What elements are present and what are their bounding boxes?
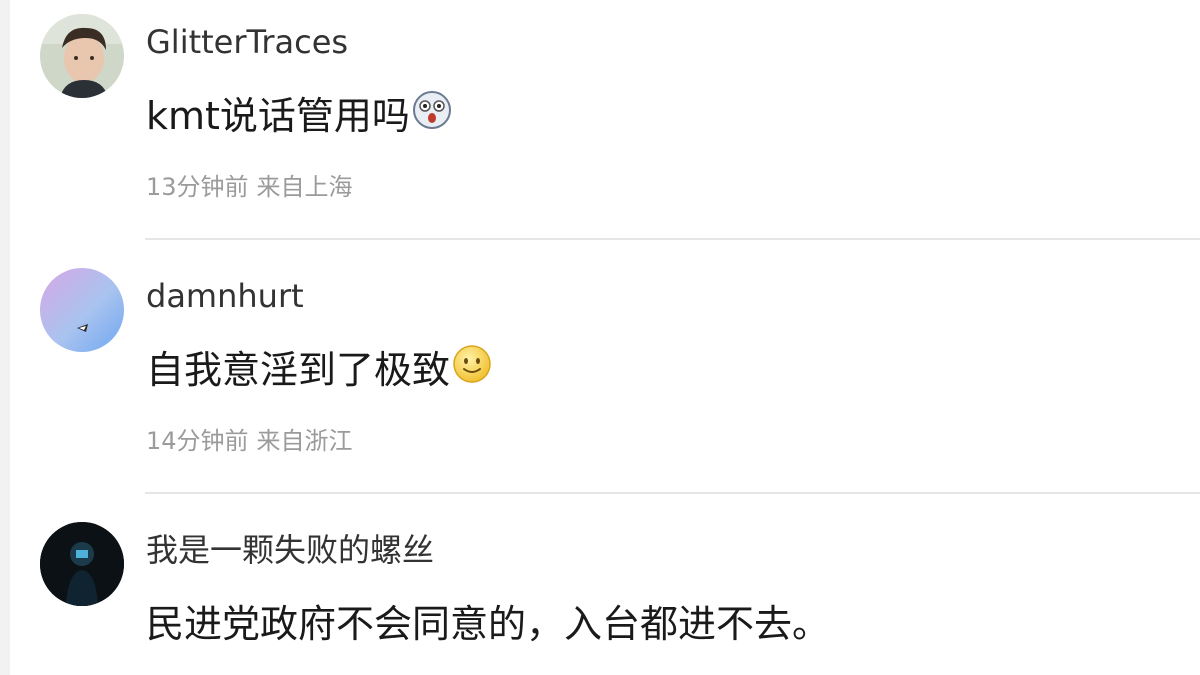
comment-location: 来自上海: [256, 173, 353, 201]
comment-item: 我是一颗失败的螺丝 民进党政府不会同意的，入台都进不去。: [40, 522, 1200, 675]
comment-time: 13分钟前: [146, 173, 249, 201]
comment-item: damnhurt 自我意淫到了极致 14分钟前 来自浙江: [40, 268, 1200, 488]
surprised-face-icon: [412, 90, 452, 141]
avatar-gradient-icon: [77, 324, 88, 332]
comment-body: 民进党政府不会同意的，入台都进不去。: [146, 602, 831, 646]
comment-body: kmt说话管用吗: [146, 93, 410, 138]
comment-item: GlitterTraces kmt说话管用吗 13分钟前 来自上海: [40, 14, 1200, 234]
comment-text: 民进党政府不会同意的，入台都进不去。: [146, 600, 830, 648]
left-margin-strip: [0, 0, 10, 675]
comment-username[interactable]: damnhurt: [146, 276, 304, 316]
avatar[interactable]: [40, 268, 124, 352]
avatar[interactable]: [40, 522, 124, 606]
comment-username[interactable]: 我是一颗失败的螺丝: [146, 530, 434, 570]
avatar-portrait-icon: [40, 14, 124, 98]
comment-time: 14分钟前: [146, 427, 249, 455]
comment-divider: [145, 238, 1200, 240]
avatar[interactable]: [40, 14, 124, 98]
comment-meta: 13分钟前 来自上海: [146, 172, 353, 202]
comment-meta: 14分钟前 来自浙江: [146, 426, 353, 456]
avatar-dark-figure-icon: [40, 522, 124, 606]
comment-list-page: GlitterTraces kmt说话管用吗 13分钟前 来自上海 damnhu…: [0, 0, 1200, 675]
comment-text: kmt说话管用吗: [146, 90, 452, 141]
comment-divider: [145, 492, 1200, 494]
comment-location: 来自浙江: [256, 427, 353, 455]
comment-body: 自我意淫到了极致: [146, 347, 451, 392]
comment-username[interactable]: GlitterTraces: [146, 22, 348, 62]
smile-face-icon: [452, 344, 492, 395]
comment-text: 自我意淫到了极致: [146, 344, 492, 395]
